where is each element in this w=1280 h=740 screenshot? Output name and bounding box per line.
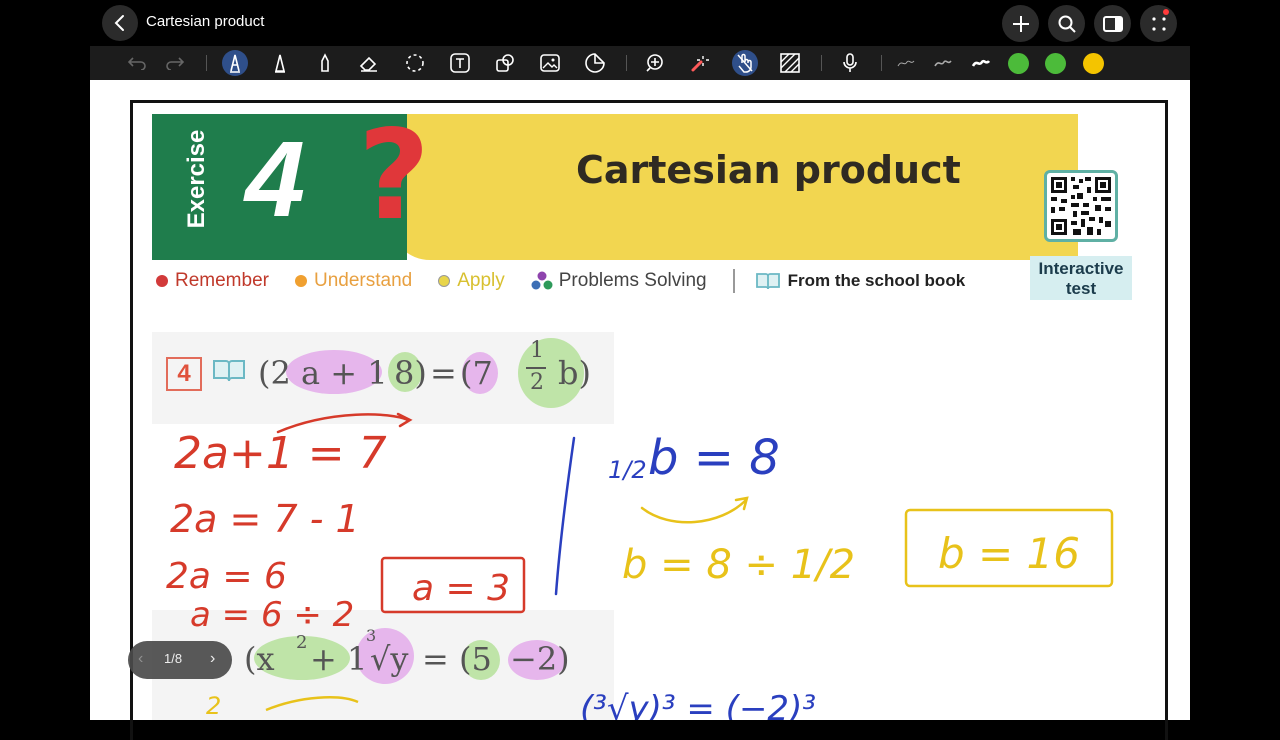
ink-answer-a: a = 3 xyxy=(412,568,510,609)
chevron-left-icon xyxy=(114,15,124,31)
sidebar-layout-icon xyxy=(1102,15,1123,32)
ink-left-line-1: 2a+1 = 7 xyxy=(174,428,387,479)
ink-arrow-yellow xyxy=(640,496,749,524)
add-button[interactable] xyxy=(1002,5,1039,42)
color-swatch-green-1[interactable] xyxy=(1008,53,1029,74)
toolbar-divider xyxy=(626,55,627,71)
hatch-icon xyxy=(780,53,800,73)
layout-button[interactable] xyxy=(1094,5,1131,42)
shape-tool[interactable] xyxy=(492,50,518,76)
ink-left-line-4: a = 6 ÷ 2 xyxy=(190,595,354,635)
undo-icon xyxy=(127,57,146,70)
eraser-icon xyxy=(359,56,377,72)
voice-tool[interactable] xyxy=(837,50,863,76)
app-bar: Cartesian product xyxy=(0,0,1280,46)
ink-arrow-yellow-2 xyxy=(265,696,359,712)
page-indicator: 1/8 xyxy=(164,651,183,666)
highlighter-tool[interactable] xyxy=(312,50,338,76)
lasso-icon xyxy=(406,54,424,72)
stroke-medium[interactable] xyxy=(930,50,956,76)
document-page[interactable]: Exercise 4 ? Cartesian product Interacti… xyxy=(90,80,1190,740)
document-title: Cartesian product xyxy=(146,13,265,30)
color-swatch-green-2[interactable] xyxy=(1045,53,1066,74)
ink-left-line-2: 2a = 7 - 1 xyxy=(170,497,360,541)
medium-stroke-icon xyxy=(934,60,952,67)
ink-divider-blue xyxy=(554,436,576,596)
undo-button[interactable] xyxy=(124,50,150,76)
ink-right-line-2: b = 8 ÷ 1/2 xyxy=(622,542,855,588)
search-icon xyxy=(1058,15,1076,33)
highlighter-icon xyxy=(321,53,329,72)
eraser-tool[interactable] xyxy=(356,50,382,76)
stroke-thick[interactable] xyxy=(968,50,994,76)
redo-button[interactable] xyxy=(162,50,188,76)
lasso-tool[interactable] xyxy=(402,50,428,76)
ink-left-line-3: 2a = 6 xyxy=(166,556,287,597)
ink-right-frac: 1/2 xyxy=(608,456,647,484)
hand-touch-icon xyxy=(737,53,753,73)
laser-tool[interactable] xyxy=(687,50,713,76)
ink-answer-b: b = 16 xyxy=(938,529,1080,578)
pattern-tool[interactable] xyxy=(777,50,803,76)
drawing-toolbar xyxy=(90,46,1190,80)
ink-bottom-left: 2 xyxy=(206,692,221,720)
toolbar-divider xyxy=(821,55,822,71)
microphone-icon xyxy=(843,53,857,72)
pen-icon xyxy=(230,54,240,73)
page-navigator: ‹ 1/8 › xyxy=(128,641,232,679)
thin-stroke-icon xyxy=(897,60,915,67)
sticker-icon xyxy=(585,53,605,73)
sticker-tool[interactable] xyxy=(582,50,608,76)
hand-tool[interactable] xyxy=(732,50,758,76)
text-box-icon xyxy=(450,53,470,73)
color-swatch-yellow[interactable] xyxy=(1083,53,1104,74)
text-tool[interactable] xyxy=(447,50,473,76)
ink-right-line-1: b = 8 xyxy=(648,430,780,486)
zoom-tool[interactable] xyxy=(642,50,668,76)
more-button[interactable] xyxy=(1140,5,1177,42)
next-page-button[interactable]: › xyxy=(210,650,215,668)
top-actions xyxy=(1002,5,1177,42)
toolbar-divider xyxy=(881,55,882,71)
handwriting-layer: 2a+1 = 7 2a = 7 - 1 2a = 6 a = 6 ÷ 2 a =… xyxy=(166,412,1114,720)
zoom-in-icon xyxy=(646,54,663,72)
pencil-icon xyxy=(274,54,286,73)
back-button[interactable] xyxy=(102,5,138,41)
laser-pointer-icon xyxy=(691,56,709,72)
stroke-thin[interactable] xyxy=(893,50,919,76)
plus-icon xyxy=(1012,15,1029,32)
thick-stroke-icon xyxy=(971,59,991,67)
search-button[interactable] xyxy=(1048,5,1085,42)
notification-dot xyxy=(1163,9,1169,15)
ink-bottom-right: (³√y)³ = (−2)³ xyxy=(580,689,816,720)
pen-tool[interactable] xyxy=(222,50,248,76)
toolbar-divider xyxy=(206,55,207,71)
image-icon xyxy=(540,54,560,72)
pencil-tool[interactable] xyxy=(267,50,293,76)
redo-icon xyxy=(166,57,185,70)
previous-page-button[interactable]: ‹ xyxy=(138,650,143,668)
image-tool[interactable] xyxy=(537,50,563,76)
shapes-icon xyxy=(496,54,514,72)
grid-dots-icon xyxy=(1151,16,1166,31)
